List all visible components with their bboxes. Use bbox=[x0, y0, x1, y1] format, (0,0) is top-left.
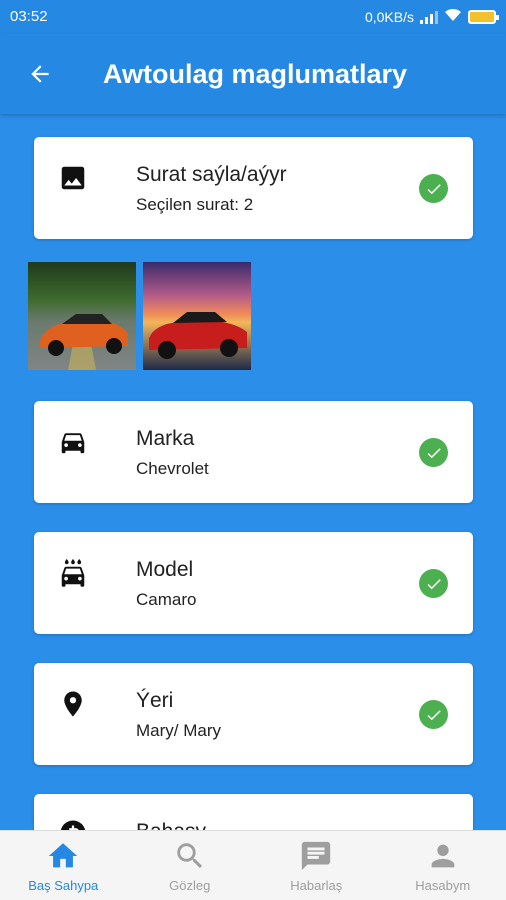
card-title: Marka bbox=[136, 427, 195, 450]
card-subtitle: Chevrolet bbox=[136, 459, 209, 478]
card-subtitle: Camaro bbox=[136, 590, 197, 609]
card-brand[interactable]: Marka Chevrolet bbox=[34, 401, 473, 503]
nav-label: Habarlaş bbox=[290, 878, 343, 893]
nav-label: Gözleg bbox=[169, 878, 211, 893]
nav-contact[interactable]: Habarlaş bbox=[253, 831, 380, 900]
person-icon bbox=[425, 839, 461, 873]
nav-home[interactable]: Baş Sahypa bbox=[0, 831, 127, 900]
location-pin-icon bbox=[58, 689, 88, 719]
car-icon bbox=[58, 427, 88, 457]
card-title: Surat saýla/aýyr bbox=[136, 163, 287, 186]
card-location[interactable]: Ýeri Mary/ Mary bbox=[34, 663, 473, 765]
card-model[interactable]: Model Camaro bbox=[34, 532, 473, 634]
battery-icon bbox=[468, 9, 499, 24]
status-bar: 03:52 0,0KB/s bbox=[0, 0, 506, 34]
status-indicators: 0,0KB/s bbox=[364, 8, 499, 25]
status-time: 03:52 bbox=[10, 8, 48, 25]
card-subtitle: Seçilen surat: 2 bbox=[136, 195, 254, 214]
search-icon bbox=[172, 839, 208, 873]
bottom-navigation: Baş Sahypa Gözleg Habarlaş Hasabym bbox=[0, 830, 506, 900]
image-icon bbox=[58, 163, 88, 193]
check-circle-icon bbox=[419, 700, 448, 729]
card-title: Ýeri bbox=[136, 689, 174, 712]
check-circle-icon bbox=[419, 174, 448, 203]
nav-account[interactable]: Hasabym bbox=[380, 831, 506, 900]
app-bar: Awtoulag maglumatlary bbox=[0, 34, 506, 114]
card-select-photos[interactable]: Surat saýla/aýyr Seçilen surat: 2 bbox=[34, 137, 473, 239]
car-photo-2[interactable] bbox=[143, 262, 251, 370]
nav-label: Hasabym bbox=[415, 878, 471, 893]
arrow-back-icon[interactable] bbox=[22, 56, 58, 92]
page-title: Awtoulag maglumatlary bbox=[103, 59, 408, 89]
home-icon bbox=[45, 839, 81, 873]
nav-search[interactable]: Gözleg bbox=[127, 831, 254, 900]
chat-icon bbox=[298, 839, 334, 873]
card-title: Model bbox=[136, 558, 194, 581]
nav-label: Baş Sahypa bbox=[28, 878, 99, 893]
check-circle-icon bbox=[419, 569, 448, 598]
card-subtitle: Mary/ Mary bbox=[136, 721, 221, 740]
check-circle-icon bbox=[419, 438, 448, 467]
signal-icon bbox=[420, 10, 438, 24]
car-wash-icon bbox=[58, 558, 88, 588]
wifi-icon bbox=[444, 8, 462, 25]
car-photo-1[interactable] bbox=[28, 262, 136, 370]
network-speed: 0,0KB/s bbox=[364, 8, 414, 25]
